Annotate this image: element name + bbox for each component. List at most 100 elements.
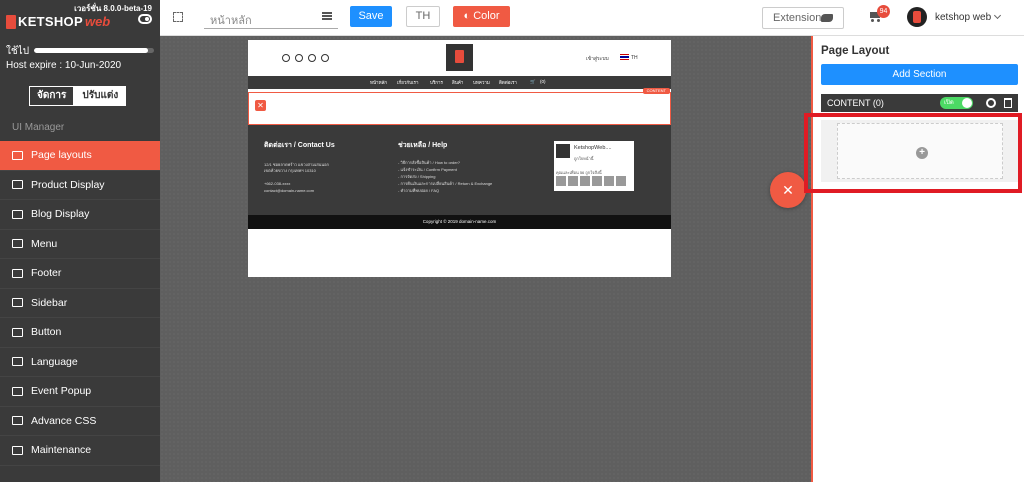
language-button[interactable]: TH	[406, 6, 440, 27]
sidebar-item-page-layouts[interactable]: Page layouts	[0, 141, 160, 171]
footer-help-title: ช่วยเหลือ / Help	[398, 142, 448, 149]
trash-icon[interactable]	[1004, 98, 1012, 108]
preview-nav-item: สินค้า	[452, 80, 464, 85]
language-icon	[12, 357, 23, 367]
preview-header: เข้าสู่ระบบ TH	[248, 40, 671, 76]
sidebar-item-label: Maintenance	[31, 444, 92, 457]
preview-nav-item: บทความ	[473, 80, 490, 85]
footer-line: - การจัดส่ง / Shipping	[398, 174, 436, 179]
avatar[interactable]	[907, 7, 927, 27]
fb-page-logo	[556, 144, 570, 158]
sidebar-item-label: Advance CSS	[31, 414, 97, 427]
sidebar-menu: Page layouts Product Display Blog Displa…	[0, 141, 160, 466]
cup-icon	[6, 14, 16, 29]
extension-label: Extension	[773, 12, 822, 24]
toggle-icon[interactable]	[138, 14, 152, 24]
sidebar-icon	[12, 298, 23, 308]
sidebar-item-language[interactable]: Language	[0, 348, 160, 377]
cart-count-badge: 94	[877, 5, 890, 18]
site-preview: เข้าสู่ระบบ TH หน้าหลัก เกี่ยวกับเรา บริ…	[248, 40, 671, 277]
sidebar-item-button[interactable]: Button	[0, 318, 160, 348]
footer-line: เขตห้วยขวาง กรุงเทพฯ 10310	[264, 168, 316, 173]
preview-logo	[446, 44, 473, 71]
sidebar-item-footer[interactable]: Footer	[0, 259, 160, 289]
preview-nav-item: บริการ	[430, 80, 443, 85]
preview-nav: หน้าหลัก เกี่ยวกับเรา บริการ สินค้า บทคว…	[248, 76, 671, 89]
instagram-icon	[308, 54, 316, 62]
css-icon	[12, 416, 23, 426]
username[interactable]: ketshop web	[935, 12, 991, 23]
brand-suffix: web	[84, 14, 111, 29]
preview-nav-item: หน้าหลัก	[370, 80, 388, 85]
preview-content-section[interactable]: CONTENT ✕	[248, 88, 671, 125]
sidebar-item-label: Language	[31, 355, 78, 368]
content-enable-toggle[interactable]: เปิด	[940, 97, 973, 109]
color-button-label: Color	[473, 10, 500, 22]
sidebar-item-maintenance[interactable]: Maintenance	[0, 436, 160, 466]
content-tag: CONTENT	[642, 88, 670, 94]
sidebar-item-menu[interactable]: Menu	[0, 230, 160, 259]
sidebar-header: เวอร์ชั่น 8.0.0-beta-19 KETSHOP web	[0, 0, 160, 40]
footer-contact-title: ติดต่อเรา / Contact Us	[264, 142, 335, 149]
highlight-box	[804, 113, 1022, 193]
blog-icon	[12, 209, 23, 219]
footer-line: +662-038-xxxx	[264, 181, 291, 186]
topbar: หน้าหลัก Save TH ◐ Color Extension 94 ke…	[160, 0, 1024, 36]
content-section-label: CONTENT (0)	[827, 98, 884, 108]
bug-icon	[12, 445, 23, 455]
chevron-down-icon[interactable]	[993, 11, 1002, 20]
sidebar-item-sidebar[interactable]: Sidebar	[0, 289, 160, 318]
layout-icon	[12, 150, 23, 160]
puzzle-icon	[821, 14, 833, 22]
mode-manage-button[interactable]: จัดการ	[29, 86, 75, 106]
sidebar-item-label: Blog Display	[31, 208, 90, 221]
sidebar-item-label: Page layouts	[31, 149, 92, 162]
mode-customize-button[interactable]: ปรับแต่ง	[74, 86, 127, 106]
footer-icon	[12, 268, 23, 278]
gear-icon[interactable]	[986, 98, 996, 108]
facebook-widget: KetshopWeb.... ถูกใจหน้านี้ คุณและเพื่อน…	[554, 141, 634, 191]
fb-friends: คุณและเพื่อน 56 ถูกใจสิ่งนี้	[556, 170, 602, 175]
sidebar: เวอร์ชั่น 8.0.0-beta-19 KETSHOP web ใช้ไ…	[0, 0, 160, 482]
sidebar-item-advance-css[interactable]: Advance CSS	[0, 407, 160, 436]
add-section-button[interactable]: Add Section	[821, 64, 1018, 85]
close-icon[interactable]: ✕	[255, 100, 266, 111]
editor-canvas: เข้าสู่ระบบ TH หน้าหลัก เกี่ยวกับเรา บริ…	[160, 36, 811, 482]
page-select[interactable]: หน้าหลัก	[204, 6, 338, 29]
close-preview-button[interactable]: ✕	[770, 172, 806, 208]
fullscreen-icon[interactable]	[173, 12, 183, 22]
button-icon	[12, 327, 23, 337]
sidebar-item-event-popup[interactable]: Event Popup	[0, 377, 160, 407]
preview-nav-item: ติดต่อเรา	[499, 80, 517, 85]
fb-like: ถูกใจหน้านี้	[574, 156, 594, 161]
brand-name: KETSHOP	[18, 14, 83, 29]
sidebar-item-label: Event Popup	[31, 385, 92, 398]
save-button[interactable]: Save	[350, 6, 392, 27]
footer-line: - วิธีการสั่งซื้อสินค้า / How to order?	[398, 160, 461, 165]
sidebar-item-blog-display[interactable]: Blog Display	[0, 200, 160, 230]
preview-nav-item: เกี่ยวกับเรา	[397, 80, 419, 85]
extension-button[interactable]: Extension	[762, 7, 844, 29]
preview-lang: TH	[631, 55, 638, 61]
fb-title: KetshopWeb....	[574, 145, 612, 151]
preview-nav-cart: 🛒	[530, 79, 536, 84]
preview-copyright: Copyright © 2019 domain-name.com	[248, 215, 671, 229]
thai-flag-icon	[620, 54, 629, 60]
sidebar-item-label: Product Display	[31, 178, 105, 191]
twitter-icon	[295, 54, 303, 62]
color-button[interactable]: ◐ Color	[453, 6, 510, 27]
host-expire: Host expire : 10-Jun-2020	[6, 60, 122, 71]
footer-line: - แจ้งชำระเงิน / Confirm Payment	[398, 167, 457, 172]
usage-label: ใช้ไป	[6, 46, 30, 57]
list-icon	[322, 12, 332, 20]
sidebar-item-label: Menu	[31, 237, 58, 250]
footer-line: contact@domain-name.com	[264, 188, 315, 193]
product-icon	[12, 180, 23, 190]
logo[interactable]: KETSHOP web	[6, 14, 110, 29]
footer-line: - คำถามที่พบบ่อย / FAQ	[398, 188, 440, 193]
sidebar-item-product-display[interactable]: Product Display	[0, 171, 160, 200]
palette-icon: ◐	[463, 10, 474, 22]
usage-bar-fill	[34, 48, 148, 53]
sidebar-item-label: Footer	[31, 267, 62, 280]
usage-bar	[34, 48, 154, 53]
